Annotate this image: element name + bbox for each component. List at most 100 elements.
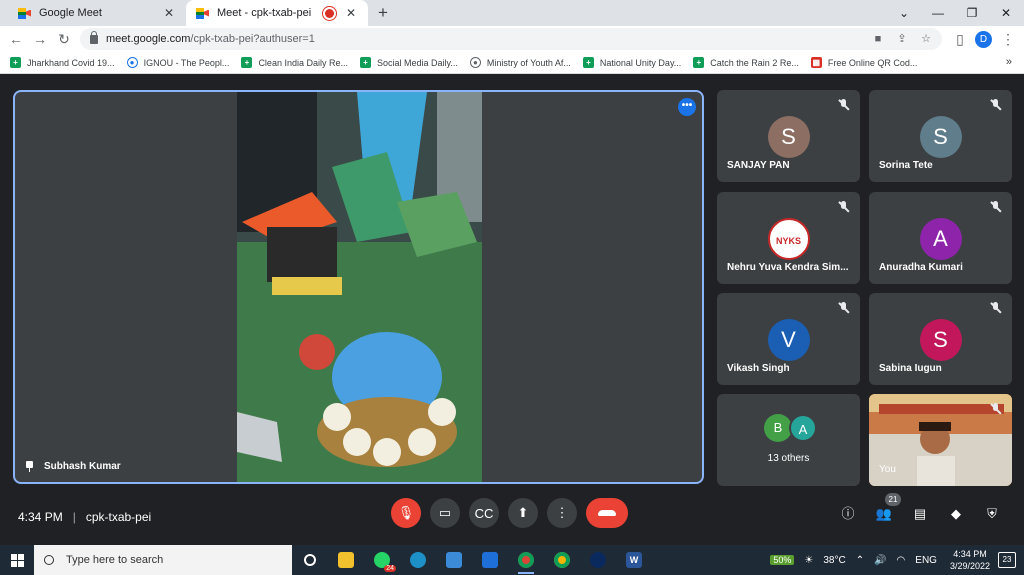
presenter-name-label: Subhash Kumar: [44, 461, 121, 472]
bookmark-item[interactable]: ● IGNOU - The Peopl...: [126, 57, 229, 68]
bookmarks-overflow-icon[interactable]: »: [1006, 56, 1012, 68]
mail-icon[interactable]: [472, 545, 508, 575]
avatar: A: [919, 218, 962, 260]
mic-toggle-button[interactable]: 🎙: [391, 498, 421, 528]
browser-tab-strip: Google Meet ✕ Meet - cpk-txab-pei ✕ + ⌄ …: [0, 0, 1024, 26]
close-window-button[interactable]: ✕: [988, 0, 1024, 26]
qr-icon: ▦: [810, 57, 822, 68]
leave-call-button[interactable]: [586, 498, 628, 528]
presenter-tile[interactable]: ••• Subhash Kumar: [13, 90, 704, 484]
present-button[interactable]: ⬆: [508, 498, 538, 528]
participant-name: Nehru Yuva Kendra Sim...: [727, 262, 849, 273]
bookmark-label: National Unity Day...: [599, 57, 682, 68]
weather-temp[interactable]: 38°C: [823, 555, 845, 566]
participant-tile[interactable]: S SANJAY PAN: [717, 90, 860, 182]
forward-button[interactable]: →: [30, 29, 50, 49]
reload-button[interactable]: ↻: [54, 29, 74, 49]
chrome-icon[interactable]: [508, 545, 544, 575]
sheet-icon: +: [359, 57, 371, 68]
volume-icon[interactable]: 🔊: [874, 555, 886, 566]
recording-indicator-icon: [325, 8, 334, 18]
bookmark-item[interactable]: + Clean India Daily Re...: [241, 57, 348, 68]
restore-button[interactable]: ❐: [954, 0, 990, 26]
bookmark-star-icon[interactable]: ☆: [916, 28, 936, 50]
task-view-icon[interactable]: [292, 545, 328, 575]
meet-favicon-icon: [18, 7, 31, 19]
pin-icon[interactable]: [25, 461, 34, 472]
language-indicator[interactable]: ENG: [915, 555, 937, 566]
avatar: S: [919, 319, 962, 361]
participant-tile[interactable]: A Anuradha Kumari: [869, 192, 1012, 284]
new-tab-button[interactable]: +: [372, 2, 394, 24]
self-view-tile[interactable]: You: [869, 394, 1012, 486]
more-options-icon[interactable]: •••: [678, 98, 696, 116]
file-explorer-icon[interactable]: [328, 545, 364, 575]
battery-indicator[interactable]: 50%: [770, 555, 795, 565]
word-icon[interactable]: W: [616, 545, 652, 575]
mic-off-icon: [838, 302, 850, 314]
minimize-button[interactable]: —: [920, 0, 956, 26]
side-panel-icon[interactable]: ▯: [950, 29, 970, 49]
bookmark-label: Jharkhand Covid 19...: [27, 57, 115, 68]
participant-name: Vikash Singh: [727, 363, 790, 374]
meeting-info: 4:34 PM | cpk-txab-pei: [18, 510, 151, 524]
participant-tile[interactable]: S Sorina Tete: [869, 90, 1012, 182]
share-icon[interactable]: ⇪: [892, 28, 912, 50]
tab-meet-call[interactable]: Meet - cpk-txab-pei ✕: [186, 0, 368, 26]
wifi-icon[interactable]: ◠: [897, 555, 906, 566]
address-bar[interactable]: meet.google.com/cpk-txab-pei?authuser=1 …: [80, 28, 942, 50]
system-tray: 50% ☀ 38°C ⌃ 🔊 ◠ ENG 4:34 PM 3/29/2022 2…: [765, 545, 1024, 575]
show-hidden-icons-icon[interactable]: ⌃: [856, 555, 864, 566]
mic-off-icon: [990, 403, 1002, 415]
participant-name: Anuradha Kumari: [879, 262, 963, 273]
people-icon[interactable]: 👥: [873, 503, 895, 525]
participant-name: Sabina Iugun: [879, 363, 942, 374]
notification-center-icon[interactable]: 23: [998, 552, 1016, 568]
chrome-menu-icon[interactable]: ⋮: [998, 29, 1018, 49]
start-button[interactable]: [0, 545, 34, 575]
more-options-button[interactable]: ⋮: [547, 498, 577, 528]
clock-date: 3/29/2022: [949, 561, 990, 571]
separator: |: [72, 510, 76, 524]
camera-toggle-button[interactable]: ▭: [430, 498, 460, 528]
meeting-details-icon[interactable]: ⓘ: [837, 503, 859, 525]
activities-icon[interactable]: ◆: [945, 503, 967, 525]
tab-close-icon[interactable]: ✕: [344, 6, 358, 20]
bookmark-item[interactable]: + National Unity Day...: [582, 57, 682, 68]
participant-tile[interactable]: V Vikash Singh: [717, 293, 860, 385]
whatsapp-icon[interactable]: 24: [364, 545, 400, 575]
others-tile[interactable]: B A 13 others: [717, 394, 860, 486]
store-icon[interactable]: [436, 545, 472, 575]
system-clock[interactable]: 4:34 PM 3/29/2022: [950, 548, 990, 572]
tab-close-icon[interactable]: ✕: [162, 6, 176, 20]
video-frame: [237, 92, 482, 482]
chat-icon[interactable]: ▤: [909, 503, 931, 525]
back-button[interactable]: ←: [6, 29, 26, 49]
tab-search-icon[interactable]: ⌄: [886, 0, 922, 26]
edge-icon[interactable]: [400, 545, 436, 575]
avatar: S: [767, 116, 810, 158]
camera-permission-icon[interactable]: ■: [868, 28, 888, 50]
bookmark-item[interactable]: + Catch the Rain 2 Re...: [693, 57, 799, 68]
webex-icon[interactable]: [580, 545, 616, 575]
sheet-icon: +: [693, 57, 705, 68]
profile-avatar[interactable]: D: [975, 31, 992, 48]
bookmark-label: Catch the Rain 2 Re...: [710, 57, 799, 68]
participant-tile[interactable]: S Sabina Iugun: [869, 293, 1012, 385]
weather-icon[interactable]: ☀: [804, 555, 813, 566]
captions-button[interactable]: CC: [469, 498, 499, 528]
host-controls-icon[interactable]: ⛨: [981, 503, 1003, 525]
url-path: /cpk-txab-pei?authuser=1: [190, 33, 315, 45]
chrome-profile-icon[interactable]: [544, 545, 580, 575]
bookmark-item[interactable]: ▦ Free Online QR Cod...: [810, 57, 917, 68]
bookmark-item[interactable]: + Jharkhand Covid 19...: [10, 57, 115, 68]
windows-taskbar: Type here to search 24 W 50% ☀ 38°C ⌃ 🔊 …: [0, 545, 1024, 575]
tab-google-meet[interactable]: Google Meet ✕: [8, 0, 186, 26]
meeting-time: 4:34 PM: [18, 510, 63, 524]
participant-tile[interactable]: NYKS Nehru Yuva Kendra Sim...: [717, 192, 860, 284]
bookmark-item[interactable]: ● Ministry of Youth Af...: [469, 57, 571, 68]
taskbar-search[interactable]: Type here to search: [34, 545, 292, 575]
sheet-icon: +: [582, 57, 594, 68]
mic-off-icon: [990, 99, 1002, 111]
bookmark-item[interactable]: + Social Media Daily...: [359, 57, 458, 68]
